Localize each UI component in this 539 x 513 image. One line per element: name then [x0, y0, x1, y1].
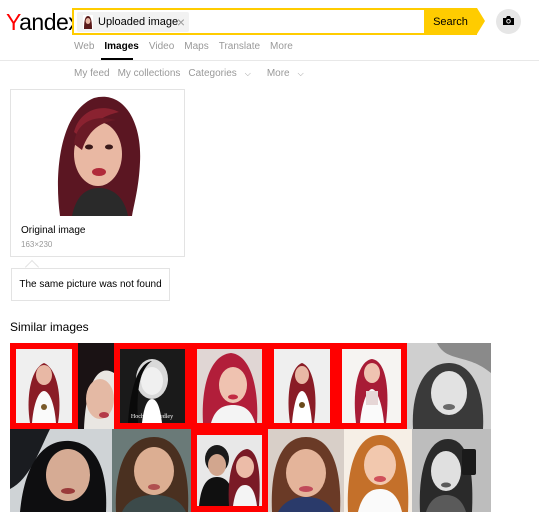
tile-caption-line-1: Ciera	[146, 407, 159, 413]
similar-images-title: Similar images	[10, 320, 89, 334]
subnav-categories[interactable]: Categories ⌵	[188, 68, 258, 79]
nav-more[interactable]: More	[270, 41, 293, 52]
chevron-down-icon: ⌵	[297, 69, 304, 78]
logo-text: andex	[19, 9, 80, 35]
subnav-categories-label: Categories	[188, 68, 237, 79]
nav-video[interactable]: Video	[149, 41, 174, 52]
similar-image-10[interactable]	[191, 429, 268, 512]
similar-image-8[interactable]	[10, 429, 112, 512]
nav-maps[interactable]: Maps	[184, 41, 208, 52]
similar-image-5[interactable]	[268, 343, 336, 429]
similar-image-13[interactable]	[412, 429, 491, 512]
uploaded-image-chip[interactable]: Uploaded image ×	[77, 12, 189, 32]
tile-caption-line-2: Hochrein Medley	[131, 414, 173, 420]
similar-image-7[interactable]	[407, 343, 491, 429]
header-divider	[0, 60, 539, 61]
search-button[interactable]: Search	[424, 8, 477, 35]
similar-image-1[interactable]	[10, 343, 78, 429]
similar-image-11[interactable]	[268, 429, 344, 512]
similar-image-6[interactable]	[336, 343, 407, 429]
similar-image-2[interactable]	[78, 343, 114, 429]
camera-search-button[interactable]	[496, 9, 521, 34]
similar-image-12[interactable]	[344, 429, 412, 512]
logo-letter-y: Y	[6, 9, 20, 35]
uploaded-image-thumbnail	[83, 15, 93, 29]
subnav-more[interactable]: More ⌵	[267, 68, 312, 79]
images-subnav: My feed My collections Categories ⌵ More ⌵	[74, 68, 320, 79]
chevron-down-icon: ⌵	[244, 69, 251, 78]
original-image[interactable]	[54, 92, 143, 216]
uploaded-image-label: Uploaded image	[98, 16, 179, 28]
similar-image-4[interactable]	[191, 343, 268, 429]
subnav-my-collections[interactable]: My collections	[118, 68, 181, 79]
search-input[interactable]: Uploaded image ×	[72, 8, 424, 35]
original-image-card: Original image 163×230	[10, 89, 185, 257]
close-icon[interactable]: ×	[177, 14, 185, 30]
original-image-size: 163×230	[21, 240, 53, 249]
search-service-nav: Web Images Video Maps Translate More	[74, 41, 303, 52]
subnav-my-feed[interactable]: My feed	[74, 68, 110, 79]
nav-images[interactable]: Images	[104, 41, 138, 52]
nav-translate[interactable]: Translate	[219, 41, 260, 52]
yandex-logo[interactable]: Yandex	[6, 9, 80, 35]
search-button-arrow	[477, 8, 485, 34]
subnav-more-label: More	[266, 68, 290, 79]
similar-image-3[interactable]: Ciera Hochrein Medley	[114, 343, 191, 429]
original-image-title: Original image	[21, 225, 86, 236]
nav-web[interactable]: Web	[74, 41, 94, 52]
similar-image-9[interactable]	[112, 429, 191, 512]
not-found-message: The same picture was not found	[11, 268, 170, 301]
camera-icon	[502, 13, 515, 31]
